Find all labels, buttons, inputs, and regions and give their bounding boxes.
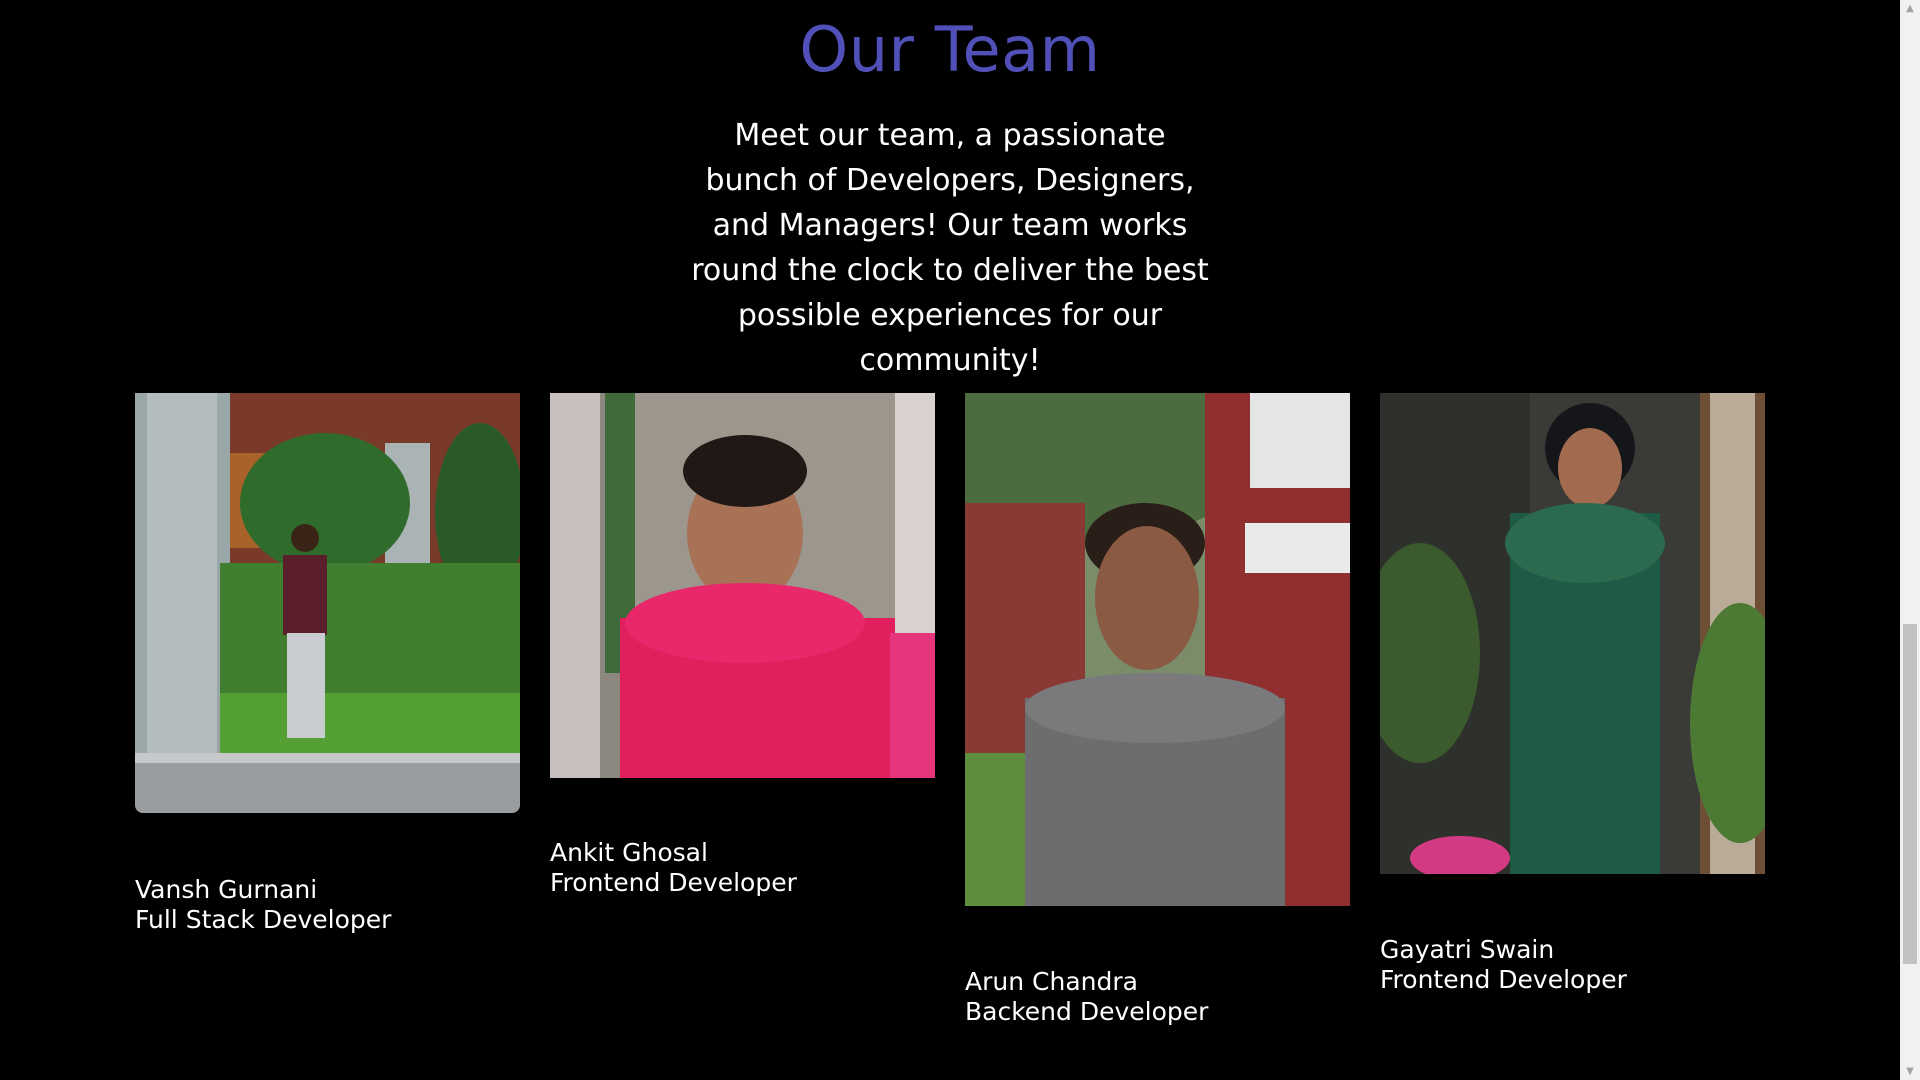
member-photo bbox=[965, 393, 1350, 906]
member-name: Ankit Ghosal bbox=[550, 838, 708, 867]
member-role: Full Stack Developer bbox=[135, 905, 392, 934]
team-section: Our Team Meet our team, a passionate bun… bbox=[0, 0, 1920, 1080]
member-role: Frontend Developer bbox=[1380, 965, 1627, 994]
scroll-up-icon[interactable]: ▲ bbox=[1900, 0, 1920, 17]
team-member-card: Arun Chandra Backend Developer bbox=[965, 393, 1350, 1033]
vertical-scrollbar[interactable]: ▲ ▼ bbox=[1900, 0, 1920, 1080]
team-member-card: Gayatri Swain Frontend Developer bbox=[1380, 393, 1765, 1003]
section-description: Meet our team, a passionate bunch of Dev… bbox=[691, 118, 1209, 378]
member-name: Arun Chandra bbox=[965, 967, 1138, 996]
member-name: Vansh Gurnani bbox=[135, 875, 318, 904]
team-member-card: Ankit Ghosal Frontend Developer bbox=[550, 393, 935, 903]
team-member-card: Vansh Gurnani Full Stack Developer bbox=[135, 393, 520, 934]
scroll-down-icon[interactable]: ▼ bbox=[1900, 1063, 1920, 1080]
member-role: Backend Developer bbox=[965, 997, 1209, 1026]
member-role: Frontend Developer bbox=[550, 868, 797, 897]
member-photo bbox=[1380, 393, 1765, 874]
member-name: Gayatri Swain bbox=[1380, 935, 1555, 964]
member-photo bbox=[135, 393, 520, 813]
section-title: Our Team bbox=[799, 13, 1101, 86]
scroll-thumb[interactable] bbox=[1903, 624, 1917, 964]
member-photo bbox=[550, 393, 935, 778]
